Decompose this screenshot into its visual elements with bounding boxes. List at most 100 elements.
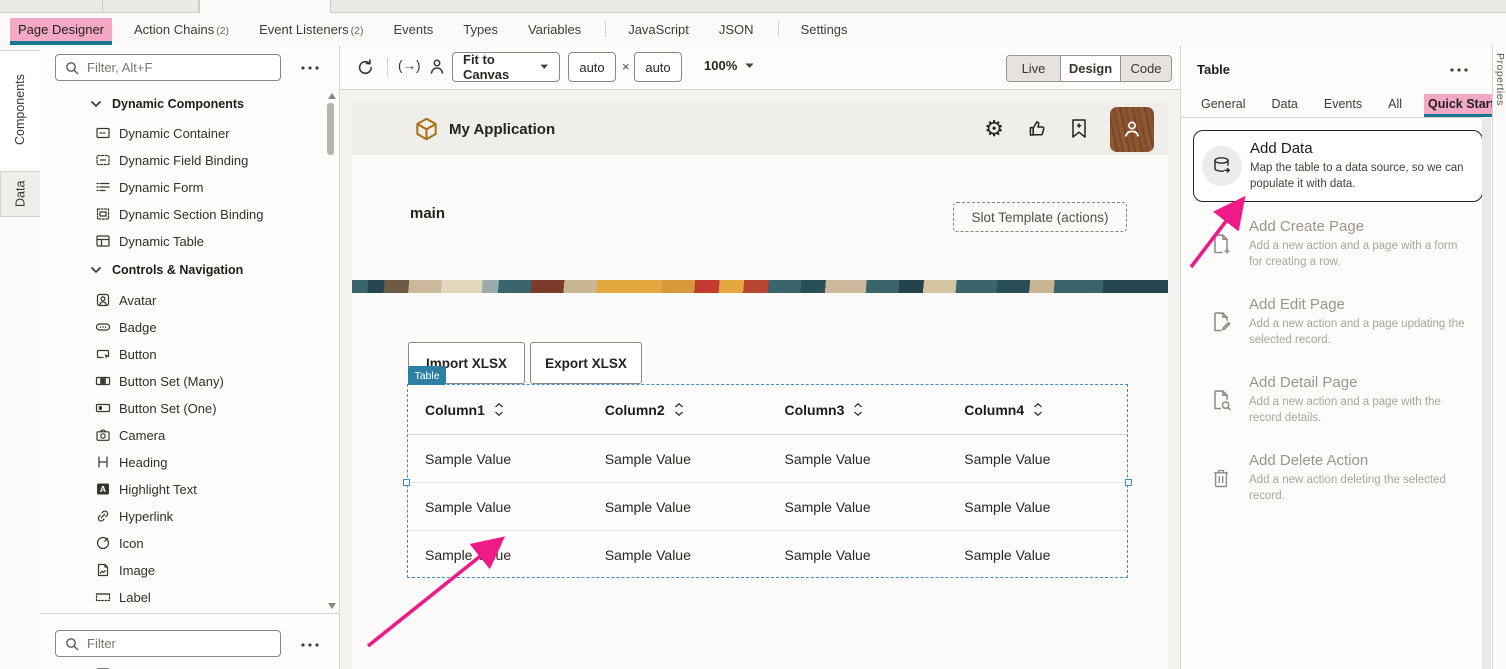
component-avatar[interactable]: Avatar (95, 289, 156, 311)
components-filter-input[interactable] (87, 60, 271, 75)
component-camera[interactable]: Camera (95, 424, 165, 446)
scroll-up-arrow[interactable] (328, 93, 336, 99)
list-item-partial[interactable] (95, 663, 111, 669)
table-cell: Sample Value (947, 499, 1127, 515)
tab-variables[interactable]: Variables (520, 18, 589, 41)
page-edit-icon (1193, 310, 1249, 334)
tab-general[interactable]: General (1197, 94, 1249, 114)
tab-action-chains[interactable]: Action Chains(2) (126, 18, 237, 41)
section-controls-navigation[interactable]: Controls & Navigation (90, 263, 243, 277)
export-xlsx-button[interactable]: Export XLSX (530, 342, 642, 384)
gear-icon[interactable]: ⚙ (984, 118, 1004, 140)
column-header[interactable]: Column3 (768, 402, 948, 418)
quick-start-add-delete-action[interactable]: Add Delete Action Add a new action delet… (1193, 442, 1483, 514)
canvas-height-input[interactable] (634, 52, 682, 82)
mode-switcher: Live Design Code (1006, 55, 1172, 82)
quick-start-add-data[interactable]: Add Data Map the table to a data source,… (1193, 130, 1483, 202)
editor-tab-active[interactable] (199, 0, 331, 13)
chevron-down-icon (540, 64, 549, 70)
component-button-set-many[interactable]: Button Set (Many) (95, 370, 224, 392)
quick-start-add-create-page[interactable]: Add Create Page Add a new action and a p… (1193, 208, 1483, 280)
component-dynamic-container[interactable]: Dynamic Container (95, 122, 230, 144)
bottom-menu-button[interactable] (298, 637, 322, 653)
slot-template-actions[interactable]: Slot Template (actions) (953, 202, 1127, 232)
column-header[interactable]: Column4 (947, 402, 1127, 418)
visual-builder-window: Page Designer Action Chains(2) Event Lis… (0, 0, 1506, 669)
components-filter[interactable] (55, 54, 281, 81)
tab-data[interactable]: Data (1267, 94, 1301, 114)
rail-tab-components[interactable]: Components (0, 50, 40, 168)
table-header-row: Column1 Column2 Column3 Column4 (408, 385, 1127, 435)
component-dynamic-field-binding[interactable]: Dynamic Field Binding (95, 149, 248, 171)
table-cell: Sample Value (768, 547, 948, 563)
code-button[interactable]: Code (1121, 56, 1171, 81)
component-heading[interactable]: Heading (95, 451, 167, 473)
zoom-dropdown[interactable]: 100% (700, 53, 758, 78)
cursor-mode-icon[interactable]: (→) (398, 58, 421, 73)
live-button[interactable]: Live (1007, 56, 1061, 81)
selection-handle-left[interactable] (403, 479, 410, 486)
section-dynamic-components[interactable]: Dynamic Components (90, 97, 244, 111)
quick-start-add-detail-page[interactable]: Add Detail Page Add a new action and a p… (1193, 364, 1483, 436)
tab-json[interactable]: JSON (711, 18, 762, 41)
tab-page-designer[interactable]: Page Designer (10, 18, 112, 41)
tab-label: Page Designer (18, 22, 104, 37)
editor-tab[interactable] (0, 0, 103, 13)
table-row[interactable]: Sample Value Sample Value Sample Value S… (408, 483, 1127, 531)
component-highlight-text[interactable]: A Highlight Text (95, 478, 197, 500)
column-header[interactable]: Column2 (588, 402, 768, 418)
scroll-down-arrow[interactable] (328, 603, 336, 609)
component-hyperlink[interactable]: Hyperlink (95, 505, 173, 527)
tab-quick-start[interactable]: Quick Start (1424, 94, 1499, 114)
component-label[interactable]: Label (95, 586, 151, 608)
component-button-set-one[interactable]: Button Set (One) (95, 397, 217, 419)
quick-start-description: Add a new action deleting the selected r… (1249, 473, 1473, 504)
tab-settings[interactable]: Settings (793, 18, 856, 41)
table-component[interactable]: Column1 Column2 Column3 Column4 Sample V… (407, 384, 1128, 578)
svg-text:A: A (100, 484, 106, 494)
component-image[interactable]: Image (95, 559, 155, 581)
quick-start-description: Map the table to a data source, so we ca… (1250, 161, 1472, 192)
selection-handle-right[interactable] (1125, 479, 1132, 486)
scrollbar-thumb[interactable] (327, 103, 334, 155)
quick-start-add-edit-page[interactable]: Add Edit Page Add a new action and a pag… (1193, 286, 1483, 358)
bookmark-plus-icon[interactable] (1070, 118, 1088, 140)
tab-all[interactable]: All (1384, 94, 1406, 114)
badge-icon (95, 319, 111, 335)
user-avatar[interactable] (1110, 107, 1154, 152)
database-icon (1202, 146, 1242, 186)
properties-menu-button[interactable] (1447, 62, 1471, 78)
table-row[interactable]: Sample Value Sample Value Sample Value S… (408, 531, 1127, 579)
component-button[interactable]: Button (95, 343, 157, 365)
editor-tab[interactable] (103, 0, 199, 13)
page-heading[interactable]: main (410, 205, 445, 222)
components-menu-button[interactable] (298, 60, 322, 76)
tab-events[interactable]: Events (1320, 94, 1366, 114)
component-badge[interactable]: Badge (95, 316, 157, 338)
table-row[interactable]: Sample Value Sample Value Sample Value S… (408, 435, 1127, 483)
thumbs-up-icon[interactable] (1026, 118, 1048, 140)
component-dynamic-form[interactable]: Dynamic Form (95, 176, 204, 198)
component-icon[interactable]: Icon (95, 532, 144, 554)
bottom-filter[interactable] (55, 630, 281, 657)
tab-javascript[interactable]: JavaScript (620, 18, 697, 41)
column-header[interactable]: Column1 (408, 402, 588, 418)
component-dynamic-section-binding[interactable]: Dynamic Section Binding (95, 203, 264, 225)
bottom-filter-input[interactable] (87, 636, 271, 651)
component-label: Button Set (One) (119, 401, 217, 416)
canvas-width-input[interactable] (568, 52, 616, 82)
dynamic-field-binding-icon (95, 152, 111, 168)
panel-divider (40, 613, 339, 614)
refresh-icon[interactable] (356, 58, 375, 77)
user-cursor-icon[interactable] (428, 57, 446, 76)
tab-events[interactable]: Events (386, 18, 442, 41)
right-rail[interactable]: Properties (1492, 45, 1506, 669)
design-button[interactable]: Design (1061, 56, 1121, 81)
tab-event-listeners[interactable]: Event Listeners(2) (251, 18, 371, 41)
app-header-bar[interactable]: My Application ⚙ (352, 103, 1168, 155)
rail-tab-data[interactable]: Data (0, 171, 40, 217)
fit-to-canvas-dropdown[interactable]: Fit to Canvas (452, 52, 560, 82)
component-dynamic-table[interactable]: Dynamic Table (95, 230, 204, 252)
properties-scrollbar-track[interactable] (1482, 118, 1491, 669)
tab-types[interactable]: Types (455, 18, 506, 41)
